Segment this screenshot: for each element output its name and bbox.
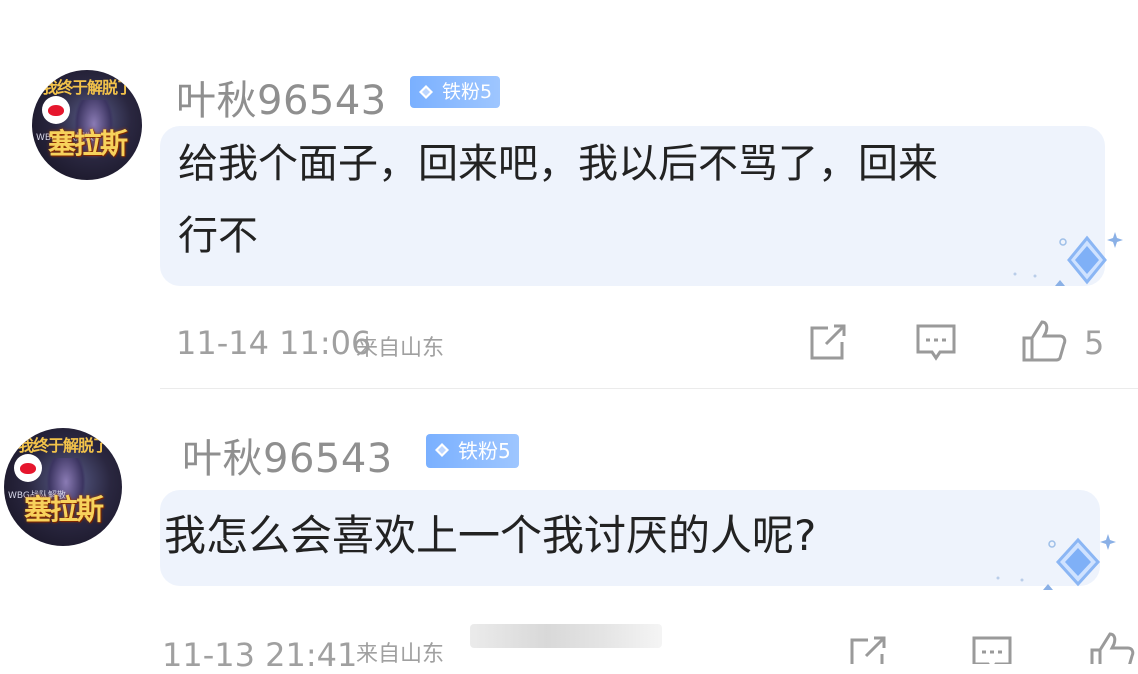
like-icon[interactable] (1088, 630, 1136, 664)
share-icon[interactable] (846, 634, 890, 664)
comment-location: 来自山东 (356, 642, 445, 667)
comment-location: 来自山东 (356, 336, 445, 361)
avatar-top-text: 我终于解脱了 (41, 78, 133, 97)
avatar-big-text: 塞拉斯 (47, 127, 128, 160)
diamond-icon (435, 443, 449, 457)
weibo-logo-icon (14, 454, 42, 482)
fan-badge-label: 铁粉5 (442, 81, 493, 103)
comment-item: 我终于解脱了 WBG战队解散 塞拉斯 叶秋96543 铁粉5 我怎么会喜欢上一个… (0, 390, 1138, 674)
username[interactable]: 叶秋96543 (182, 426, 393, 484)
fan-badge-label: 铁粉5 (458, 439, 511, 463)
comment-time: 11-14 11:06 (176, 324, 372, 362)
avatar[interactable]: 我终于解脱了 WBG战队解散 塞拉斯 (32, 70, 142, 180)
avatar-top-text: 我终于解脱了 (17, 436, 109, 455)
share-icon[interactable] (806, 322, 850, 364)
username[interactable]: 叶秋96543 (176, 68, 387, 126)
fan-badge[interactable]: 铁粉5 (426, 434, 519, 468)
diamond-icon (419, 85, 433, 99)
sparkle-gem-icon (1013, 232, 1123, 286)
comment-icon[interactable] (970, 634, 1014, 664)
comment-text-line1: 我怎么会喜欢上一个我讨厌的人呢? (164, 511, 817, 560)
comment-text-line2: 行不 (178, 213, 258, 259)
avatar[interactable]: 我终于解脱了 WBG战队解散 塞拉斯 (4, 428, 122, 546)
sparkle-gem-icon (996, 534, 1116, 590)
avatar-big-text: 塞拉斯 (23, 493, 104, 526)
comment-icon[interactable] (914, 322, 958, 364)
divider (160, 388, 1138, 389)
watermark-blur (470, 624, 662, 648)
comment-text-line1: 给我个面子，回来吧，我以后不骂了，回来 (178, 141, 938, 187)
fan-badge[interactable]: 铁粉5 (410, 76, 501, 108)
like-icon[interactable] (1020, 318, 1068, 364)
comment-item: 我终于解脱了 WBG战队解散 塞拉斯 叶秋96543 铁粉5 给我个面子，回来吧… (0, 0, 1138, 390)
like-count: 5 (1084, 324, 1105, 362)
comment-time: 11-13 21:41 (162, 636, 358, 674)
weibo-logo-icon (42, 96, 70, 124)
